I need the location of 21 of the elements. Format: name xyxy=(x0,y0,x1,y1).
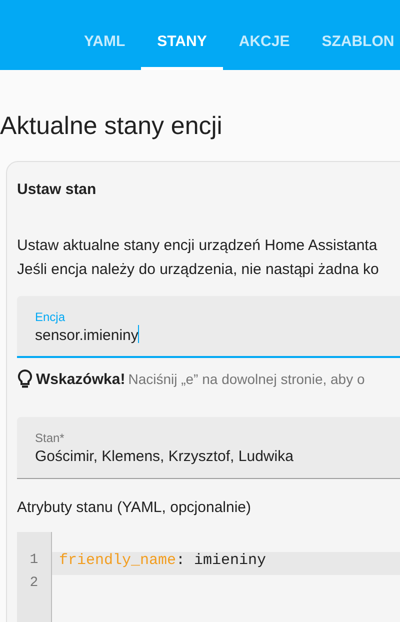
description-text: Ustaw aktualne stany encji urządzeń Home Assistanta xyxy=(17,236,378,256)
field-value: sensor.imieniny xyxy=(35,327,138,344)
attributes-label: Atrybuty stanu (YAML, opcjonalnie) xyxy=(17,499,252,516)
tab[interactable]: SZABLON xyxy=(306,20,400,70)
description-text: Jeśli encja należy do urządzenia, nie nastąpi żadna ko xyxy=(17,260,380,280)
line-number: 1 xyxy=(28,552,40,570)
tab[interactable]: STANY xyxy=(141,20,223,70)
tab[interactable]: AKCJE xyxy=(222,20,306,70)
lightbulb-icon xyxy=(17,369,33,389)
entity-field[interactable]: Encja sensor.imieniny xyxy=(17,296,400,358)
tip-title: Wskazówka! xyxy=(36,370,126,388)
card-title: Ustaw stan xyxy=(17,181,98,198)
field-label: Stan* xyxy=(35,431,66,445)
tip-text: Naciśnij „e” na dowolnej stronie, aby o xyxy=(128,371,365,387)
tab[interactable]: YAML xyxy=(68,20,142,70)
text-cursor xyxy=(138,325,140,343)
line-number: 2 xyxy=(28,575,40,593)
page-title: Aktualne stany encji xyxy=(0,112,224,141)
state-field[interactable]: Stan* Gościmir, Klemens, Krzysztof, Ludwika xyxy=(17,417,400,479)
field-value: Gościmir, Klemens, Krzysztof, Ludwika xyxy=(35,448,294,465)
field-label: Encja xyxy=(35,310,66,324)
